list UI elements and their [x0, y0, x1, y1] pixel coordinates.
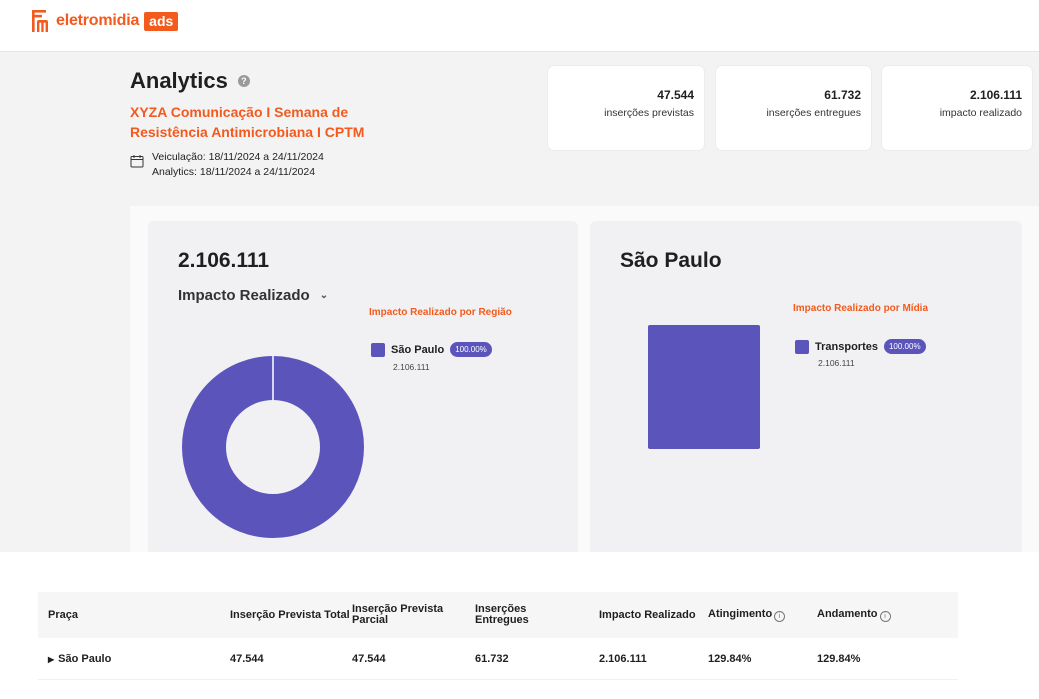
legend-item-sao-paulo[interactable]: São Paulo 100.00%	[371, 342, 492, 357]
top-bar: eletromidia ads	[0, 0, 1039, 52]
media-bar-chart	[648, 325, 760, 449]
eletromidia-logo-icon	[32, 10, 48, 32]
cell-andamento: 129.84%	[817, 652, 861, 665]
stat-card-impacto-realizado: 2.106.111 impacto realizado	[882, 66, 1032, 150]
legend-value: 2.106.111	[818, 358, 855, 368]
date-range: Veiculação: 18/11/2024 a 24/11/2024 Anal…	[130, 150, 510, 180]
legend-swatch	[371, 342, 385, 357]
legend-swatch	[795, 339, 809, 354]
cell-prevista-total: 47.544	[230, 652, 264, 665]
metric-dropdown[interactable]: Impacto Realizado ⌄	[178, 287, 328, 304]
brand-badge: ads	[144, 11, 179, 31]
brand-name: eletromidia	[56, 12, 140, 29]
page-title-text: Analytics	[130, 68, 228, 93]
cell-praca-text: São Paulo	[58, 652, 112, 665]
media-chart-title: Impacto Realizado por Mídia	[793, 303, 929, 314]
selected-region: São Paulo	[620, 249, 722, 272]
calendar-icon	[130, 155, 144, 168]
stat-label: inserções previstas	[604, 107, 694, 119]
total-impacto: 2.106.111	[178, 249, 270, 272]
cell-impacto: 2.106.111	[599, 652, 647, 665]
header-impacto[interactable]: Impacto Realizado	[599, 609, 708, 621]
legend-value: 2.106.111	[393, 362, 430, 372]
info-icon[interactable]: i	[879, 610, 891, 622]
stat-label: impacto realizado	[939, 107, 1022, 119]
praca-table: Praça Inserção Prevista Total Inserção P…	[38, 592, 958, 680]
region-donut-chart	[182, 356, 364, 538]
bar-transportes[interactable]	[648, 325, 760, 449]
legend-percent-badge: 100.00%	[883, 339, 926, 354]
stat-value: 61.732	[824, 88, 861, 102]
cell-atingimento: 129.84%	[708, 652, 752, 665]
stat-value: 2.106.111	[969, 88, 1022, 102]
stat-label: inserções entregues	[766, 107, 861, 119]
stat-value: 47.544	[657, 88, 694, 102]
brand-logo[interactable]: eletromidia ads	[32, 10, 179, 32]
legend-name: Transportes	[815, 340, 878, 353]
legend-name: São Paulo	[391, 343, 445, 356]
header-entregues[interactable]: Inserções Entregues	[475, 604, 599, 626]
stat-card-insercoes-previstas: 47.544 inserções previstas	[548, 66, 704, 150]
charts-area: 2.106.111 Impacto Realizado ⌄ Impacto Re…	[130, 206, 1039, 552]
page-header: Analytics ? XYZA Comunicação I Semana de…	[130, 68, 510, 180]
workspace: Analytics ? XYZA Comunicação I Semana de…	[0, 52, 1039, 552]
header-andamento-cell[interactable]: Andamento i	[817, 607, 947, 622]
stat-card-insercoes-entregues: 61.732 inserções entregues	[716, 66, 871, 150]
help-icon[interactable]: ?	[237, 75, 250, 87]
analytics-dates: Analytics: 18/11/2024 a 24/11/2024	[152, 166, 316, 178]
info-icon[interactable]: i	[774, 610, 786, 622]
table-header: Praça Inserção Prevista Total Inserção P…	[38, 592, 958, 638]
header-praca[interactable]: Praça	[38, 609, 230, 621]
region-chart-title: Impacto Realizado por Região	[369, 307, 512, 318]
expand-row-icon[interactable]: ▶	[48, 655, 54, 664]
header-prevista-parcial[interactable]: Inserção Prevista Parcial	[352, 604, 475, 626]
header-prevista-total[interactable]: Inserção Prevista Total	[230, 609, 352, 621]
campaign-name: XYZA Comunicação I Semana de Resistência…	[130, 104, 365, 140]
cell-prevista-parcial: 47.544	[352, 652, 386, 665]
cell-entregues: 61.732	[475, 652, 509, 665]
region-chart-panel: 2.106.111 Impacto Realizado ⌄ Impacto Re…	[148, 221, 578, 552]
media-chart-panel: São Paulo Impacto Realizado por Mídia Tr…	[590, 221, 1022, 552]
chevron-down-icon: ⌄	[319, 290, 329, 301]
cell-praca[interactable]: ▶ São Paulo	[38, 653, 230, 665]
legend-item-transportes[interactable]: Transportes 100.00%	[795, 339, 926, 354]
veiculacao-dates: Veiculação: 18/11/2024 a 24/11/2024	[152, 151, 324, 163]
header-atingimento: Atingimento	[708, 607, 773, 620]
legend-percent-badge: 100.00%	[450, 342, 492, 357]
page-title: Analytics ?	[130, 68, 510, 94]
metric-dropdown-label: Impacto Realizado	[178, 287, 310, 304]
header-atingimento-cell[interactable]: Atingimento i	[708, 607, 817, 622]
table-row[interactable]: ▶ São Paulo 47.544 47.544 61.732 2.106.11…	[38, 638, 958, 680]
header-andamento: Andamento	[817, 607, 878, 620]
